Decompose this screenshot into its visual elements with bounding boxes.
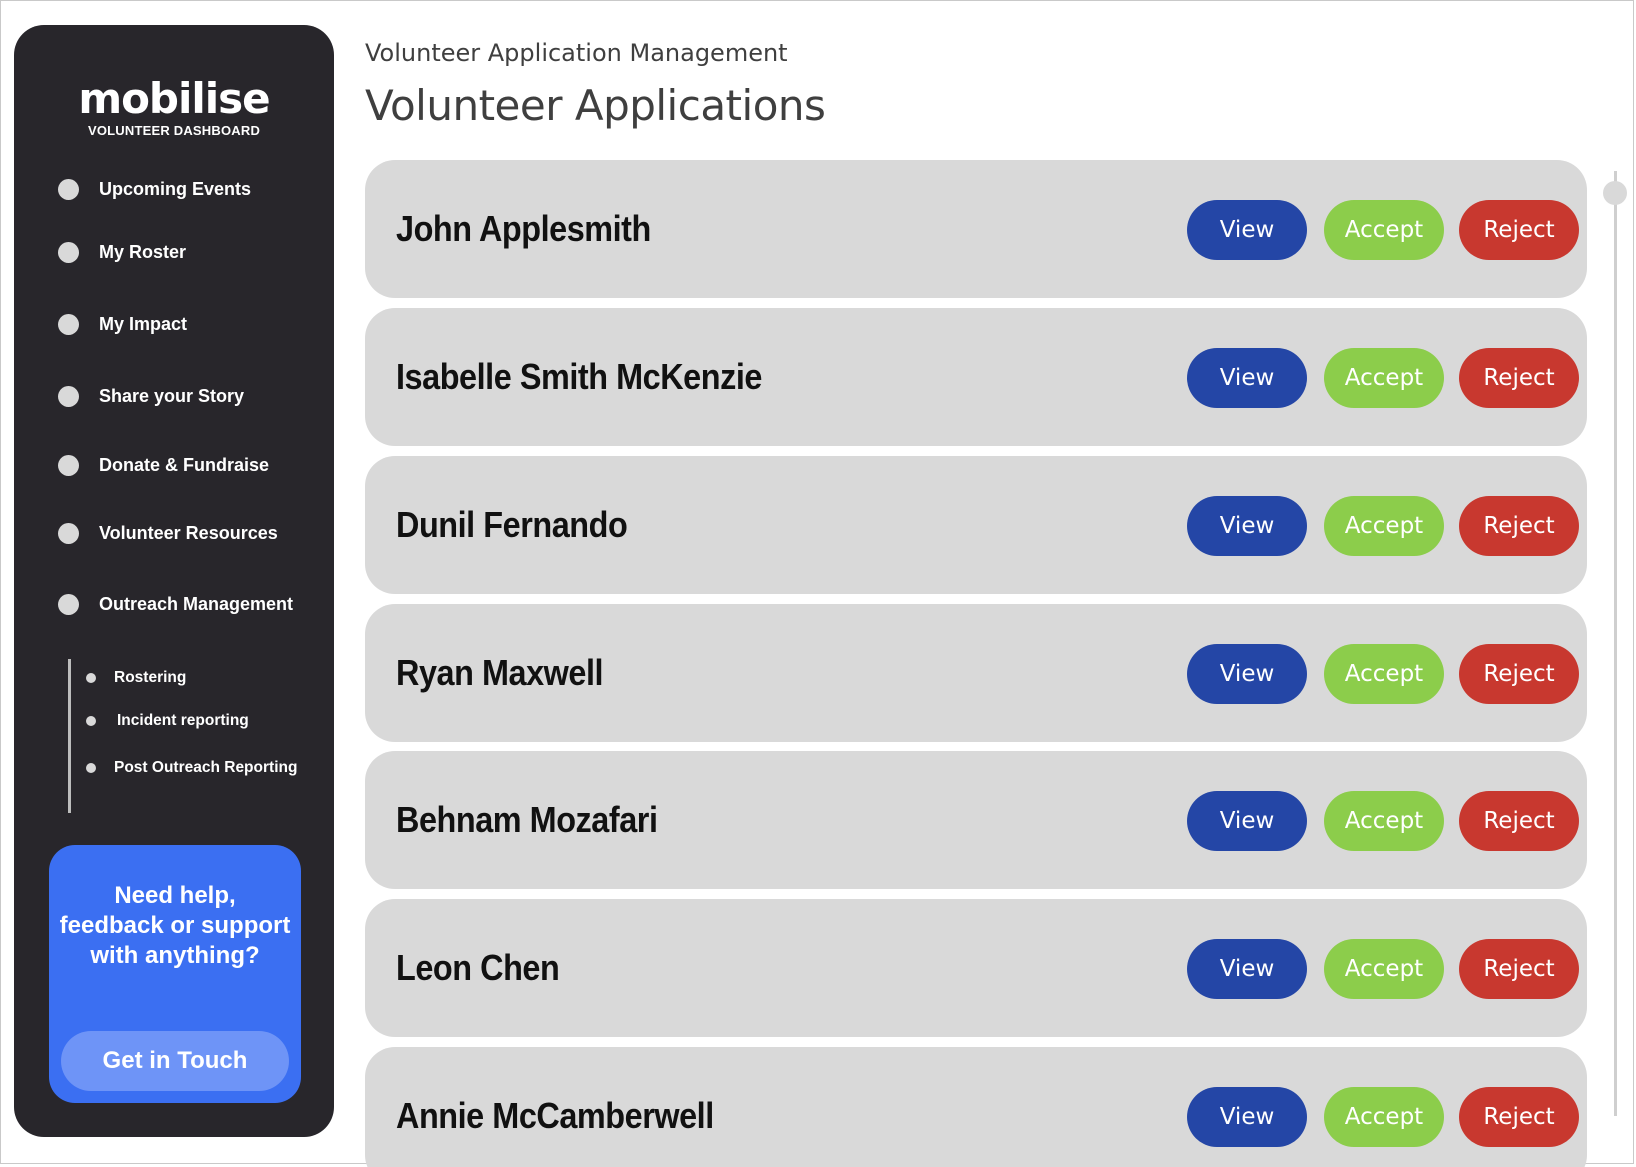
bullet-icon [86,716,96,726]
applicant-name: Behnam Mozafari [396,799,658,840]
sidebar-item-label: Outreach Management [99,594,294,614]
view-button[interactable]: View [1187,200,1307,260]
sidebar-subitem-rostering[interactable]: Rostering [86,669,186,687]
bullet-icon [58,179,79,200]
reject-button[interactable]: Reject [1459,348,1579,408]
sidebar-item-label: Share your Story [99,386,245,406]
sidebar-subitem-label: Incident reporting [117,712,249,729]
submenu-divider [68,659,71,813]
applicant-name: Dunil Fernando [396,504,628,545]
reject-button[interactable]: Reject [1459,200,1579,260]
applications-list: John Applesmith View Accept Reject Isabe… [365,160,1587,1167]
logo[interactable]: mobilise VOLUNTEER DASHBOARD [14,74,334,139]
sidebar-item-label: Upcoming Events [99,179,252,199]
application-row: Isabelle Smith McKenzie View Accept Reje… [365,308,1587,446]
scrollbar-track[interactable] [1614,171,1617,1116]
reject-button[interactable]: Reject [1459,1087,1579,1147]
sidebar-subitem-incident-reporting[interactable]: Incident reporting [86,712,249,730]
reject-button[interactable]: Reject [1459,644,1579,704]
sidebar: mobilise VOLUNTEER DASHBOARD Upcoming Ev… [14,25,334,1137]
sidebar-item-label: My Impact [99,314,188,334]
get-in-touch-button[interactable]: Get in Touch [61,1031,289,1091]
sidebar-item-my-roster[interactable]: My Roster [58,242,186,263]
logo-subtitle: VOLUNTEER DASHBOARD [87,123,261,138]
accept-button[interactable]: Accept [1324,348,1444,408]
bullet-icon [58,594,79,615]
reject-button[interactable]: Reject [1459,939,1579,999]
reject-button[interactable]: Reject [1459,496,1579,556]
view-button[interactable]: View [1187,1087,1307,1147]
accept-button[interactable]: Accept [1324,200,1444,260]
bullet-icon [58,386,79,407]
view-button[interactable]: View [1187,496,1307,556]
sidebar-item-upcoming-events[interactable]: Upcoming Events [58,179,251,200]
applicant-name: Annie McCamberwell [396,1095,714,1136]
app-window: mobilise VOLUNTEER DASHBOARD Upcoming Ev… [0,0,1634,1167]
accept-button[interactable]: Accept [1324,1087,1444,1147]
help-card: Need help, feedback or support with anyt… [49,845,301,1103]
bullet-icon [58,314,79,335]
reject-button[interactable]: Reject [1459,791,1579,851]
sidebar-subitem-label: Rostering [114,669,187,686]
sidebar-item-label: My Roster [99,242,187,262]
application-row: Dunil Fernando View Accept Reject [365,456,1587,594]
application-row: Ryan Maxwell View Accept Reject [365,604,1587,742]
accept-button[interactable]: Accept [1324,644,1444,704]
breadcrumb: Volunteer Application Management [365,39,788,67]
applicant-name: Ryan Maxwell [396,652,604,693]
application-row: Behnam Mozafari View Accept Reject [365,751,1587,889]
view-button[interactable]: View [1187,644,1307,704]
sidebar-item-label: Donate & Fundraise [99,455,270,475]
page-title: Volunteer Applications [365,81,826,130]
accept-button[interactable]: Accept [1324,791,1444,851]
scrollbar-thumb[interactable] [1603,181,1627,205]
sidebar-subitem-label: Post Outreach Reporting [114,759,298,776]
bullet-icon [58,523,79,544]
bullet-icon [86,673,96,683]
applicant-name: Isabelle Smith McKenzie [396,356,762,397]
bullet-icon [86,763,96,773]
application-row: Annie McCamberwell View Accept Reject [365,1047,1587,1167]
view-button[interactable]: View [1187,939,1307,999]
sidebar-item-share-your-story[interactable]: Share your Story [58,386,244,407]
application-row: John Applesmith View Accept Reject [365,160,1587,298]
applicant-name: John Applesmith [396,208,651,249]
sidebar-item-my-impact[interactable]: My Impact [58,314,187,335]
sidebar-item-donate-fundraise[interactable]: Donate & Fundraise [58,455,269,476]
bullet-icon [58,242,79,263]
sidebar-item-outreach-management[interactable]: Outreach Management [58,594,293,615]
application-row: Leon Chen View Accept Reject [365,899,1587,1037]
applicant-name: Leon Chen [396,947,560,988]
help-text: Need help, feedback or support with anyt… [59,882,291,969]
view-button[interactable]: View [1187,348,1307,408]
sidebar-item-label: Volunteer Resources [99,523,278,543]
accept-button[interactable]: Accept [1324,496,1444,556]
sidebar-item-volunteer-resources[interactable]: Volunteer Resources [58,523,278,544]
bullet-icon [58,455,79,476]
view-button[interactable]: View [1187,791,1307,851]
sidebar-subitem-post-outreach-reporting[interactable]: Post Outreach Reporting [86,759,297,777]
logo-wordmark: mobilise [78,74,270,123]
accept-button[interactable]: Accept [1324,939,1444,999]
